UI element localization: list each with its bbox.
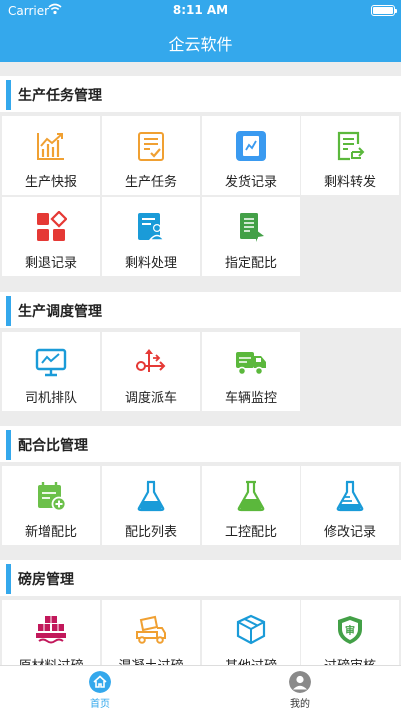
svg-text:审: 审 xyxy=(345,624,355,637)
materials-scale-icon xyxy=(36,616,66,644)
tile-dispatch-car[interactable]: 调度派车 xyxy=(102,332,200,411)
tile-label: 剩退记录 xyxy=(24,256,77,271)
tile-label: 车辆监控 xyxy=(224,391,277,406)
shipping-record-icon xyxy=(236,131,266,161)
tile-vehicle-monitor[interactable]: 车辆监控 xyxy=(202,332,300,411)
beaker-icon xyxy=(237,480,265,512)
task-checklist-icon xyxy=(138,132,164,161)
document-forward-icon xyxy=(337,131,365,161)
tile-label: 剩料处理 xyxy=(124,256,177,271)
tile-label: 其他过磅 xyxy=(202,655,300,665)
section-title: 磅房管理 xyxy=(18,572,74,588)
section-header-mix-ratio: 配合比管理 xyxy=(0,426,401,462)
status-time: 8:11 AM xyxy=(172,3,229,17)
app-header: Carrier 8:11 AM 企云软件 xyxy=(0,0,401,62)
section-header-dispatch: 生产调度管理 xyxy=(0,292,401,328)
tile-other-weighing[interactable]: 其他过磅 xyxy=(202,600,300,665)
concrete-truck-icon xyxy=(136,615,166,644)
tile-label: 过磅审核 xyxy=(301,655,399,665)
tab-label: 我的 xyxy=(290,699,310,710)
monitor-icon xyxy=(35,348,67,377)
tile-label: 调度派车 xyxy=(124,391,177,406)
flask-icon xyxy=(137,480,165,512)
tab-home[interactable]: 首页 xyxy=(0,666,200,710)
audit-shield-icon: 审 xyxy=(338,616,362,644)
tab-mine[interactable]: 我的 xyxy=(200,666,400,710)
tile-leftover-forward[interactable]: 剩料转发 xyxy=(301,116,399,195)
tile-label: 指定配比 xyxy=(224,256,277,271)
flask-edit-icon xyxy=(336,480,364,512)
tile-label: 新增配比 xyxy=(24,525,77,540)
tile-raw-material-weighing[interactable]: 原材料过磅 xyxy=(2,600,100,665)
section-title: 生产调度管理 xyxy=(18,304,102,320)
section-accent-bar xyxy=(6,80,11,110)
tile-label: 司机排队 xyxy=(24,391,77,406)
calendar-add-icon xyxy=(38,482,67,512)
tile-label: 原材料过磅 xyxy=(2,655,100,665)
main-content[interactable]: 生产任务管理 生产快报 生产任务 发货记录 剩料转发 剩退记录 剩料处理 指定配… xyxy=(0,62,401,665)
tile-production-task[interactable]: 生产任务 xyxy=(102,116,200,195)
battery-icon xyxy=(371,5,397,16)
section-accent-bar xyxy=(6,296,11,326)
tile-modify-record[interactable]: 修改记录 xyxy=(301,466,399,545)
tab-label: 首页 xyxy=(90,699,110,710)
document-person-icon xyxy=(138,213,166,241)
tile-return-record[interactable]: 剩退记录 xyxy=(2,197,100,276)
line-chart-icon xyxy=(37,133,64,160)
section-header-production-task: 生产任务管理 xyxy=(0,76,401,112)
section-accent-bar xyxy=(6,430,11,460)
home-icon xyxy=(89,671,111,693)
tile-label: 生产任务 xyxy=(124,175,177,190)
section-accent-bar xyxy=(6,564,11,594)
tile-label: 混凝土过磅 xyxy=(102,655,200,665)
tile-driver-queue[interactable]: 司机排队 xyxy=(2,332,100,411)
tile-control-ratio[interactable]: 工控配比 xyxy=(202,466,300,545)
section-title: 配合比管理 xyxy=(18,438,88,454)
tile-ratio-list[interactable]: 配比列表 xyxy=(102,466,200,545)
package-icon xyxy=(236,614,266,645)
tile-label: 发货记录 xyxy=(224,175,277,190)
dispatch-arrows-icon xyxy=(136,349,166,372)
tile-assign-ratio[interactable]: 指定配比 xyxy=(202,197,300,276)
tile-add-ratio[interactable]: 新增配比 xyxy=(2,466,100,545)
tile-label: 配比列表 xyxy=(124,525,177,540)
section-title: 生产任务管理 xyxy=(18,88,102,104)
section-header-weighbridge: 磅房管理 xyxy=(0,560,401,596)
tile-leftover-handling[interactable]: 剩料处理 xyxy=(102,197,200,276)
tile-production-report[interactable]: 生产快报 xyxy=(2,116,100,195)
tile-label: 工控配比 xyxy=(224,525,277,540)
tile-concrete-weighing[interactable]: 混凝土过磅 xyxy=(102,600,200,665)
document-flag-icon xyxy=(240,213,264,242)
tile-weighing-audit[interactable]: 审 过磅审核 xyxy=(301,600,399,665)
tile-label: 剩料转发 xyxy=(323,175,376,190)
app-title: 企云软件 xyxy=(168,35,233,54)
grid-diamond-icon xyxy=(37,211,67,241)
tile-label: 生产快报 xyxy=(24,175,77,190)
truck-icon xyxy=(236,352,266,376)
status-bar: Carrier 8:11 AM xyxy=(0,0,401,22)
tile-label: 修改记录 xyxy=(323,525,376,540)
user-avatar-icon xyxy=(289,671,311,693)
tile-shipping-record[interactable]: 发货记录 xyxy=(202,116,300,195)
tab-bar: 首页 我的 xyxy=(0,665,401,710)
